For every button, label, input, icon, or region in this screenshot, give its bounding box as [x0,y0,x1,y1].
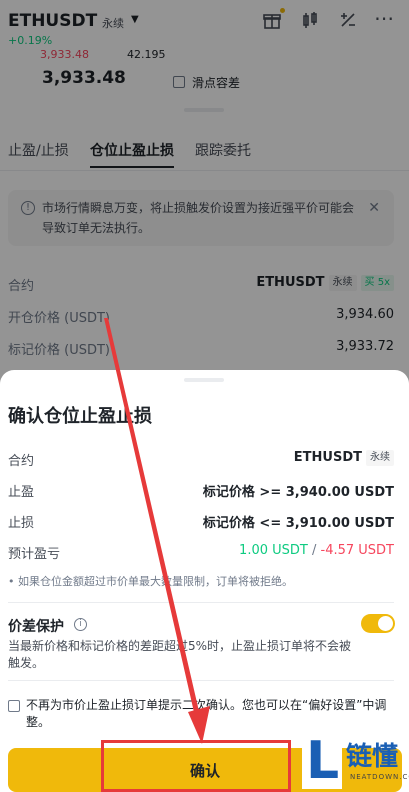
pnl-separator: / [307,543,321,558]
confirm-perp-tag: 永续 [366,450,394,466]
take-profit-label: 止盈 [8,485,35,500]
watermark-text: 链懂 [346,742,399,772]
dont-remind-text: 不再为市价止盈止损订单提示二次确认。您也可以在“偏好设置”中调整。 [26,698,387,729]
stop-loss-value: 标记价格 <= 3,910.00 USDT [202,516,394,531]
divider [8,680,394,681]
toggle-knob [378,616,393,631]
price-protect-label: 价差保护 [8,619,64,635]
take-profit-row: 止盈 标记价格 >= 3,940.00 USDT [8,481,394,501]
confirm-contract-row: 合约 ETHUSDT 永续 [8,450,394,470]
confirm-contract-wrap: ETHUSDT 永续 [294,450,394,466]
order-limit-note: • 如果仓位金额超过市价单最大数量限制，订单将被拒绝。 [8,575,293,588]
dont-remind-checkbox[interactable] [8,700,20,712]
confirm-button[interactable]: 确认 [8,748,402,792]
pnl-loss: -4.57 USDT [320,543,395,558]
estimated-pnl-row: 预计盈亏 1.00 USDT / -4.57 USDT [8,543,394,563]
take-profit-value: 标记价格 >= 3,940.00 USDT [202,485,394,500]
stop-loss-row: 止损 标记价格 <= 3,910.00 USDT [8,512,394,532]
confirm-sheet: 确认仓位止盈止损 合约 ETHUSDT 永续 止盈 标记价格 >= 3,940.0… [0,370,409,792]
confirm-contract-value: ETHUSDT [293,450,362,465]
estimated-pnl-value: 1.00 USDT / -4.57 USDT [239,543,394,558]
confirm-sheet-handle[interactable] [184,378,224,382]
estimated-pnl-label: 预计盈亏 [8,547,61,562]
confirm-title: 确认仓位止盈止损 [8,406,152,427]
price-protect-toggle[interactable] [361,614,395,633]
confirm-contract-label: 合约 [8,454,35,469]
watermark-logo: L [306,731,340,791]
price-protect-desc: 当最新价格和标记价格的差距超过5%时，止盈止损订单将不会被触发。 [8,639,352,670]
info-icon[interactable]: i [74,618,87,631]
stop-loss-label: 止损 [8,516,35,531]
watermark-subtext: NEATDOWN.COM [350,773,409,781]
divider [8,602,394,603]
pnl-profit: 1.00 USDT [239,543,308,558]
